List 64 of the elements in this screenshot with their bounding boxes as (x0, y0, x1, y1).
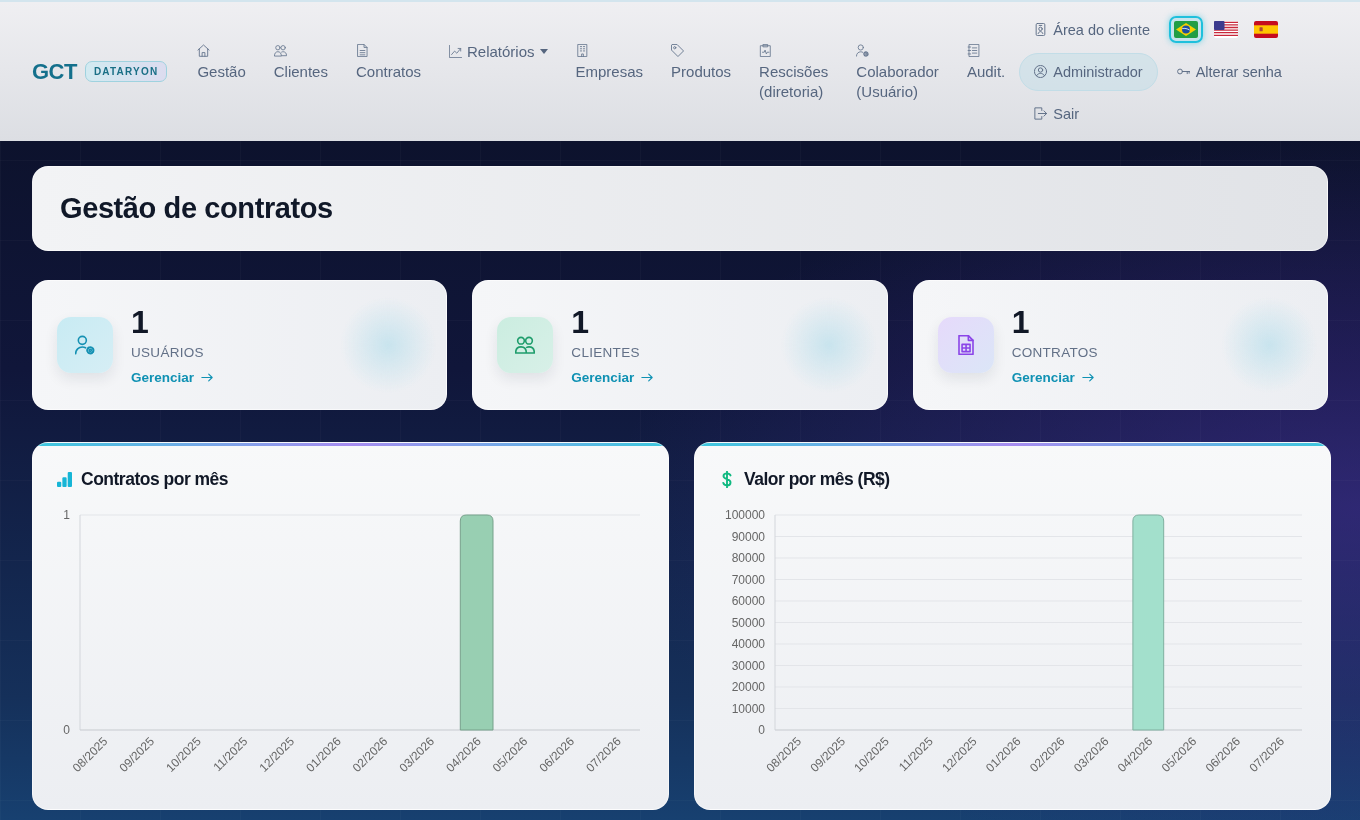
arrow-right-icon (641, 372, 654, 382)
y-axis-label: 30000 (731, 658, 765, 673)
clipboard-icon (759, 43, 773, 57)
line-chart-icon (449, 45, 462, 58)
account-link[interactable]: Área do cliente (1019, 10, 1165, 49)
id-badge-icon (1034, 23, 1048, 36)
y-axis-label: 10000 (731, 701, 765, 716)
notebook-icon (966, 43, 980, 57)
nav-link[interactable]: Rescisões (diretoria) (745, 41, 843, 102)
arrow-right-icon (201, 372, 214, 382)
brand-logo[interactable]: GCT (32, 58, 77, 85)
building-icon (575, 43, 589, 57)
y-axis-label: 50000 (731, 615, 765, 630)
chart-title: Contratos por mês (81, 468, 229, 490)
account-link[interactable]: Alterar senha (1161, 52, 1297, 91)
nav-link[interactable]: Empresas (561, 41, 658, 82)
nav-link[interactable]: Contratos (341, 41, 435, 82)
account-link[interactable]: Sair (1019, 94, 1095, 133)
stat-label: USUÁRIOS (131, 343, 204, 361)
language-button[interactable] (1168, 16, 1203, 43)
profile-button[interactable]: Administrador (1019, 52, 1158, 91)
house-icon (197, 43, 211, 57)
chart-title: Valor por mês (R$) (744, 468, 890, 490)
stat-value: 1 (131, 304, 149, 339)
y-axis-label: 0 (63, 723, 70, 737)
brand-badge: DATARYON (84, 61, 168, 82)
nav-link[interactable]: Audit. (952, 41, 1020, 82)
brazil-flag-icon (1173, 21, 1198, 38)
manage-link[interactable]: Gerenciar (131, 368, 214, 386)
y-axis-label: 60000 (731, 594, 765, 608)
stat-label: CLIENTES (571, 343, 640, 361)
usa-flag-icon (1213, 21, 1238, 38)
box-arrow-icon (1034, 107, 1048, 120)
caret-icon (539, 49, 548, 54)
y-axis-label: 70000 (731, 572, 765, 587)
nav-dropdown[interactable]: Relatórios (435, 41, 562, 62)
stat-label: CONTRATOS (1011, 343, 1098, 361)
stat-value: 1 (571, 304, 590, 339)
nav-link[interactable]: Produtos (657, 41, 746, 82)
nav-link[interactable]: Clientes (259, 41, 342, 82)
person-gear-icon (856, 43, 870, 57)
people-icon (273, 43, 287, 57)
y-axis-label: 90000 (731, 529, 765, 544)
nav-link[interactable]: Gestão (183, 41, 260, 82)
manage-link[interactable]: Gerenciar (1011, 368, 1094, 386)
y-axis-label: 20000 (731, 680, 765, 694)
document-icon (355, 43, 369, 57)
tag-icon (671, 43, 685, 57)
page-title: Gestão de contratos (60, 192, 333, 225)
stat-value: 1 (1011, 304, 1030, 339)
manage-link[interactable]: Gerenciar (571, 368, 654, 386)
nav-link[interactable]: Colaborador (Usuário) (842, 41, 953, 102)
spain-flag-icon (1253, 21, 1278, 38)
person-gear-icon (57, 317, 113, 373)
dollar-icon (722, 470, 732, 488)
y-axis-label: 100000 (724, 508, 765, 522)
y-axis-label: 40000 (731, 637, 765, 651)
spreadsheet-icon (937, 317, 994, 373)
y-axis-label: 1 (63, 508, 70, 522)
y-axis-label: 80000 (731, 551, 765, 565)
y-axis-label: 0 (758, 723, 765, 737)
arrow-right-icon (1081, 372, 1094, 382)
people-icon (497, 317, 554, 373)
bar-chart-icon (57, 471, 72, 487)
